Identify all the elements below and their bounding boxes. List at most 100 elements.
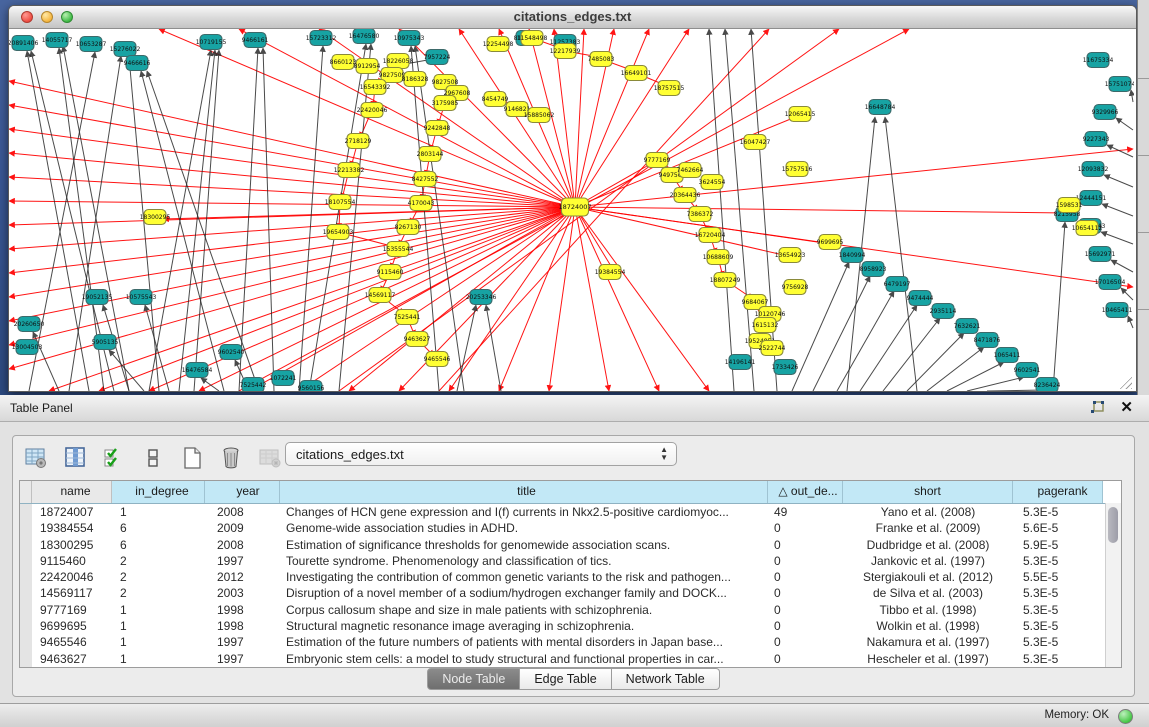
table-row[interactable]: 977716911998Corpus callosum shape and si…: [20, 602, 1121, 618]
graph-node-label: 8267130: [395, 224, 422, 231]
graph-node-label: 10654112: [1072, 225, 1103, 232]
table-settings-button[interactable]: [23, 445, 49, 471]
scrollbar-thumb[interactable]: [1108, 507, 1118, 543]
table-cell: 18724007: [32, 504, 112, 520]
graph-node-label: 2803144: [417, 151, 444, 158]
table-cell: Franke et al. (2009): [843, 520, 1013, 536]
citation-edge-black: [29, 52, 95, 391]
graph-node-label: 4170043: [408, 200, 435, 207]
delete-button[interactable]: [218, 445, 244, 471]
graph-node-label: 20891406: [9, 40, 38, 47]
graph-node-label: 12217939: [550, 48, 581, 55]
table-selector-dropdown[interactable]: citations_edges.txt ▲▼: [285, 442, 677, 466]
row-gutter: [20, 634, 32, 650]
citation-edge-black: [1116, 118, 1133, 130]
graph-node-label: 13004503: [12, 344, 43, 351]
graph-node-label: 11675334: [1083, 57, 1114, 64]
table-cell: 0: [768, 585, 843, 601]
table-cell: Nakamura et al. (1997): [843, 634, 1013, 650]
citation-edge-black: [309, 44, 366, 391]
citation-edge-red: [9, 153, 575, 207]
graph-node-label: 2718129: [345, 138, 372, 145]
float-panel-icon[interactable]: [1089, 400, 1105, 416]
close-panel-icon[interactable]: ✕: [1120, 398, 1133, 416]
graph-node-label: 22420046: [357, 107, 388, 114]
network-canvas[interactable]: 2089140614055717106532871527602294666161…: [9, 29, 1134, 391]
graph-node-label: 16720404: [695, 232, 726, 239]
citation-edge-red: [575, 207, 792, 257]
table-cell: Wolkin et al. (1998): [843, 618, 1013, 634]
citation-edge-black: [239, 48, 258, 391]
table-panel: Table Panel ✕: [0, 395, 1149, 703]
citation-edge-black: [907, 333, 964, 391]
tab-node-table[interactable]: Node Table: [427, 668, 520, 690]
citation-edge-black: [967, 377, 1024, 391]
tab-network-table[interactable]: Network Table: [612, 668, 720, 690]
row-gutter: [20, 537, 32, 553]
new-document-button[interactable]: [179, 445, 205, 471]
tab-edge-table[interactable]: Edge Table: [520, 668, 611, 690]
graph-node-label: 18757515: [654, 85, 685, 92]
table-cell: 1998: [205, 602, 280, 618]
graph-node-label: 10465411: [1102, 307, 1133, 314]
table-cell: 6: [112, 520, 205, 536]
table-panel-header: Table Panel ✕: [0, 395, 1149, 422]
table-cell: 22420046: [32, 569, 112, 585]
citation-edge-black: [194, 50, 219, 391]
graph-node-label: 7525442: [240, 382, 267, 389]
graph-node-label: 15723312: [306, 35, 337, 42]
column-header-in_degree[interactable]: in_degree: [112, 481, 205, 503]
table-row[interactable]: 946362711997Embryonic stem cells: a mode…: [20, 651, 1121, 667]
table-body: 1872400712008Changes of HCN gene express…: [20, 504, 1121, 667]
graph-node-label: 19052135: [82, 294, 113, 301]
table-row[interactable]: 969969511998Structural magnetic resonanc…: [20, 618, 1121, 634]
table-row[interactable]: 1938455462009Genome-wide association stu…: [20, 520, 1121, 536]
graph-node-label: 9602540: [218, 349, 245, 356]
table-cell: 5.3E-5: [1013, 618, 1103, 634]
column-header-title[interactable]: title: [280, 481, 768, 503]
vertical-scrollbar[interactable]: [1105, 503, 1121, 667]
table-cell: 1: [112, 504, 205, 520]
column-header-short[interactable]: short: [843, 481, 1013, 503]
table-cell: 2003: [205, 585, 280, 601]
graph-node-label: 9756928: [782, 284, 809, 291]
graph-node-label: 15692971: [1085, 251, 1116, 258]
graph-node-label: 2522744: [759, 345, 786, 352]
table-row[interactable]: 2242004622012Investigating the contribut…: [20, 569, 1121, 585]
network-window-titlebar[interactable]: citations_edges.txt: [9, 6, 1136, 29]
row-options-button[interactable]: [140, 445, 166, 471]
graph-node-label: 14055717: [42, 37, 73, 44]
graph-node-label: 7386372: [687, 211, 714, 218]
citation-edge-black: [141, 71, 224, 391]
table-row[interactable]: 1456911722003Disruption of a novel membe…: [20, 585, 1121, 601]
table-cell: 9777169: [32, 602, 112, 618]
graph-node-label: 9827508: [432, 79, 459, 86]
table-row[interactable]: 911546021997Tourette syndrome. Phenomeno…: [20, 553, 1121, 569]
graph-node-label: 1840994: [839, 252, 866, 259]
table-row[interactable]: 946554611997Estimation of the future num…: [20, 634, 1121, 650]
table-cell: 1: [112, 634, 205, 650]
citation-edge-black: [457, 305, 476, 391]
citation-edge-red: [575, 207, 1067, 213]
citation-network-graph: 2089140614055717106532871527602294666161…: [9, 29, 1134, 391]
graph-node-label: 15885062: [524, 112, 555, 119]
table-cell: 0: [768, 553, 843, 569]
table-cell: 14569117: [32, 585, 112, 601]
graph-node-label: 3624554: [699, 179, 726, 186]
show-columns-button[interactable]: [62, 445, 88, 471]
table-row[interactable]: 1830029562008Estimation of significance …: [20, 537, 1121, 553]
table-row[interactable]: 1872400712008Changes of HCN gene express…: [20, 504, 1121, 520]
graph-node-label: 3175985: [432, 100, 459, 107]
column-header-pagerank[interactable]: pagerank: [1013, 481, 1103, 503]
select-columns-button[interactable]: [101, 445, 127, 471]
column-header-year[interactable]: year: [205, 481, 280, 503]
graph-node-label: 12254498: [483, 41, 514, 48]
graph-node-label: 8471876: [974, 337, 1001, 344]
delete-table-disabled-button: [257, 445, 283, 471]
citation-edge-black: [947, 362, 1004, 391]
column-header-name[interactable]: name: [32, 481, 112, 503]
table-cell: 18300295: [32, 537, 112, 553]
table-cell: 5.5E-5: [1013, 569, 1103, 585]
column-header-out_de[interactable]: △ out_de...: [768, 481, 843, 503]
row-gutter: [20, 504, 32, 520]
